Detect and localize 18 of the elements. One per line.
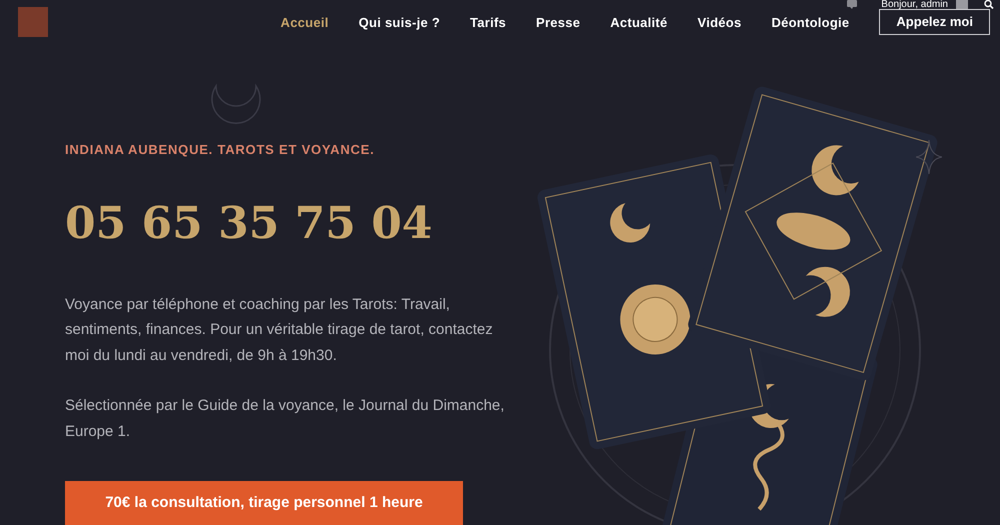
consultation-button[interactable]: 70€ la consultation, tirage personnel 1 heure	[65, 481, 463, 525]
search-icon[interactable]	[984, 0, 994, 9]
star-decoration-icon	[916, 140, 942, 174]
phone-number: 05 65 35 75 04	[65, 196, 434, 250]
comment-icon[interactable]	[847, 0, 858, 9]
nav-link[interactable]: Qui suis-je ?	[358, 12, 440, 32]
nav-link[interactable]: Déontologie	[771, 12, 850, 32]
nav-link[interactable]: Tarifs	[470, 12, 506, 32]
description-paragraph: Sélectionnée par le Guide de la voyance, le Journal du Dimanche, Europe 1.	[65, 396, 506, 442]
avatar-placeholder	[956, 0, 968, 9]
nav-link[interactable]: Accueil	[280, 12, 329, 32]
tagline: INDIANA AUBENQUE. TAROTS ET VOYANCE.	[65, 141, 376, 159]
nav-link[interactable]: Actualité	[610, 12, 668, 32]
call-button[interactable]: Appelez moi	[879, 9, 990, 35]
nav-link[interactable]: Presse	[536, 12, 580, 32]
greeting-link[interactable]: Bonjour, admin	[881, 0, 948, 9]
description-paragraph: Voyance par téléphone et coaching par les Tarots: Travail, sentiments, finances. Pour un véritable tirage de tarot, contactez moi du lundi au vendredi, de 9h à 19h30.	[65, 294, 494, 366]
nav-link[interactable]: Vidéos	[698, 12, 742, 32]
